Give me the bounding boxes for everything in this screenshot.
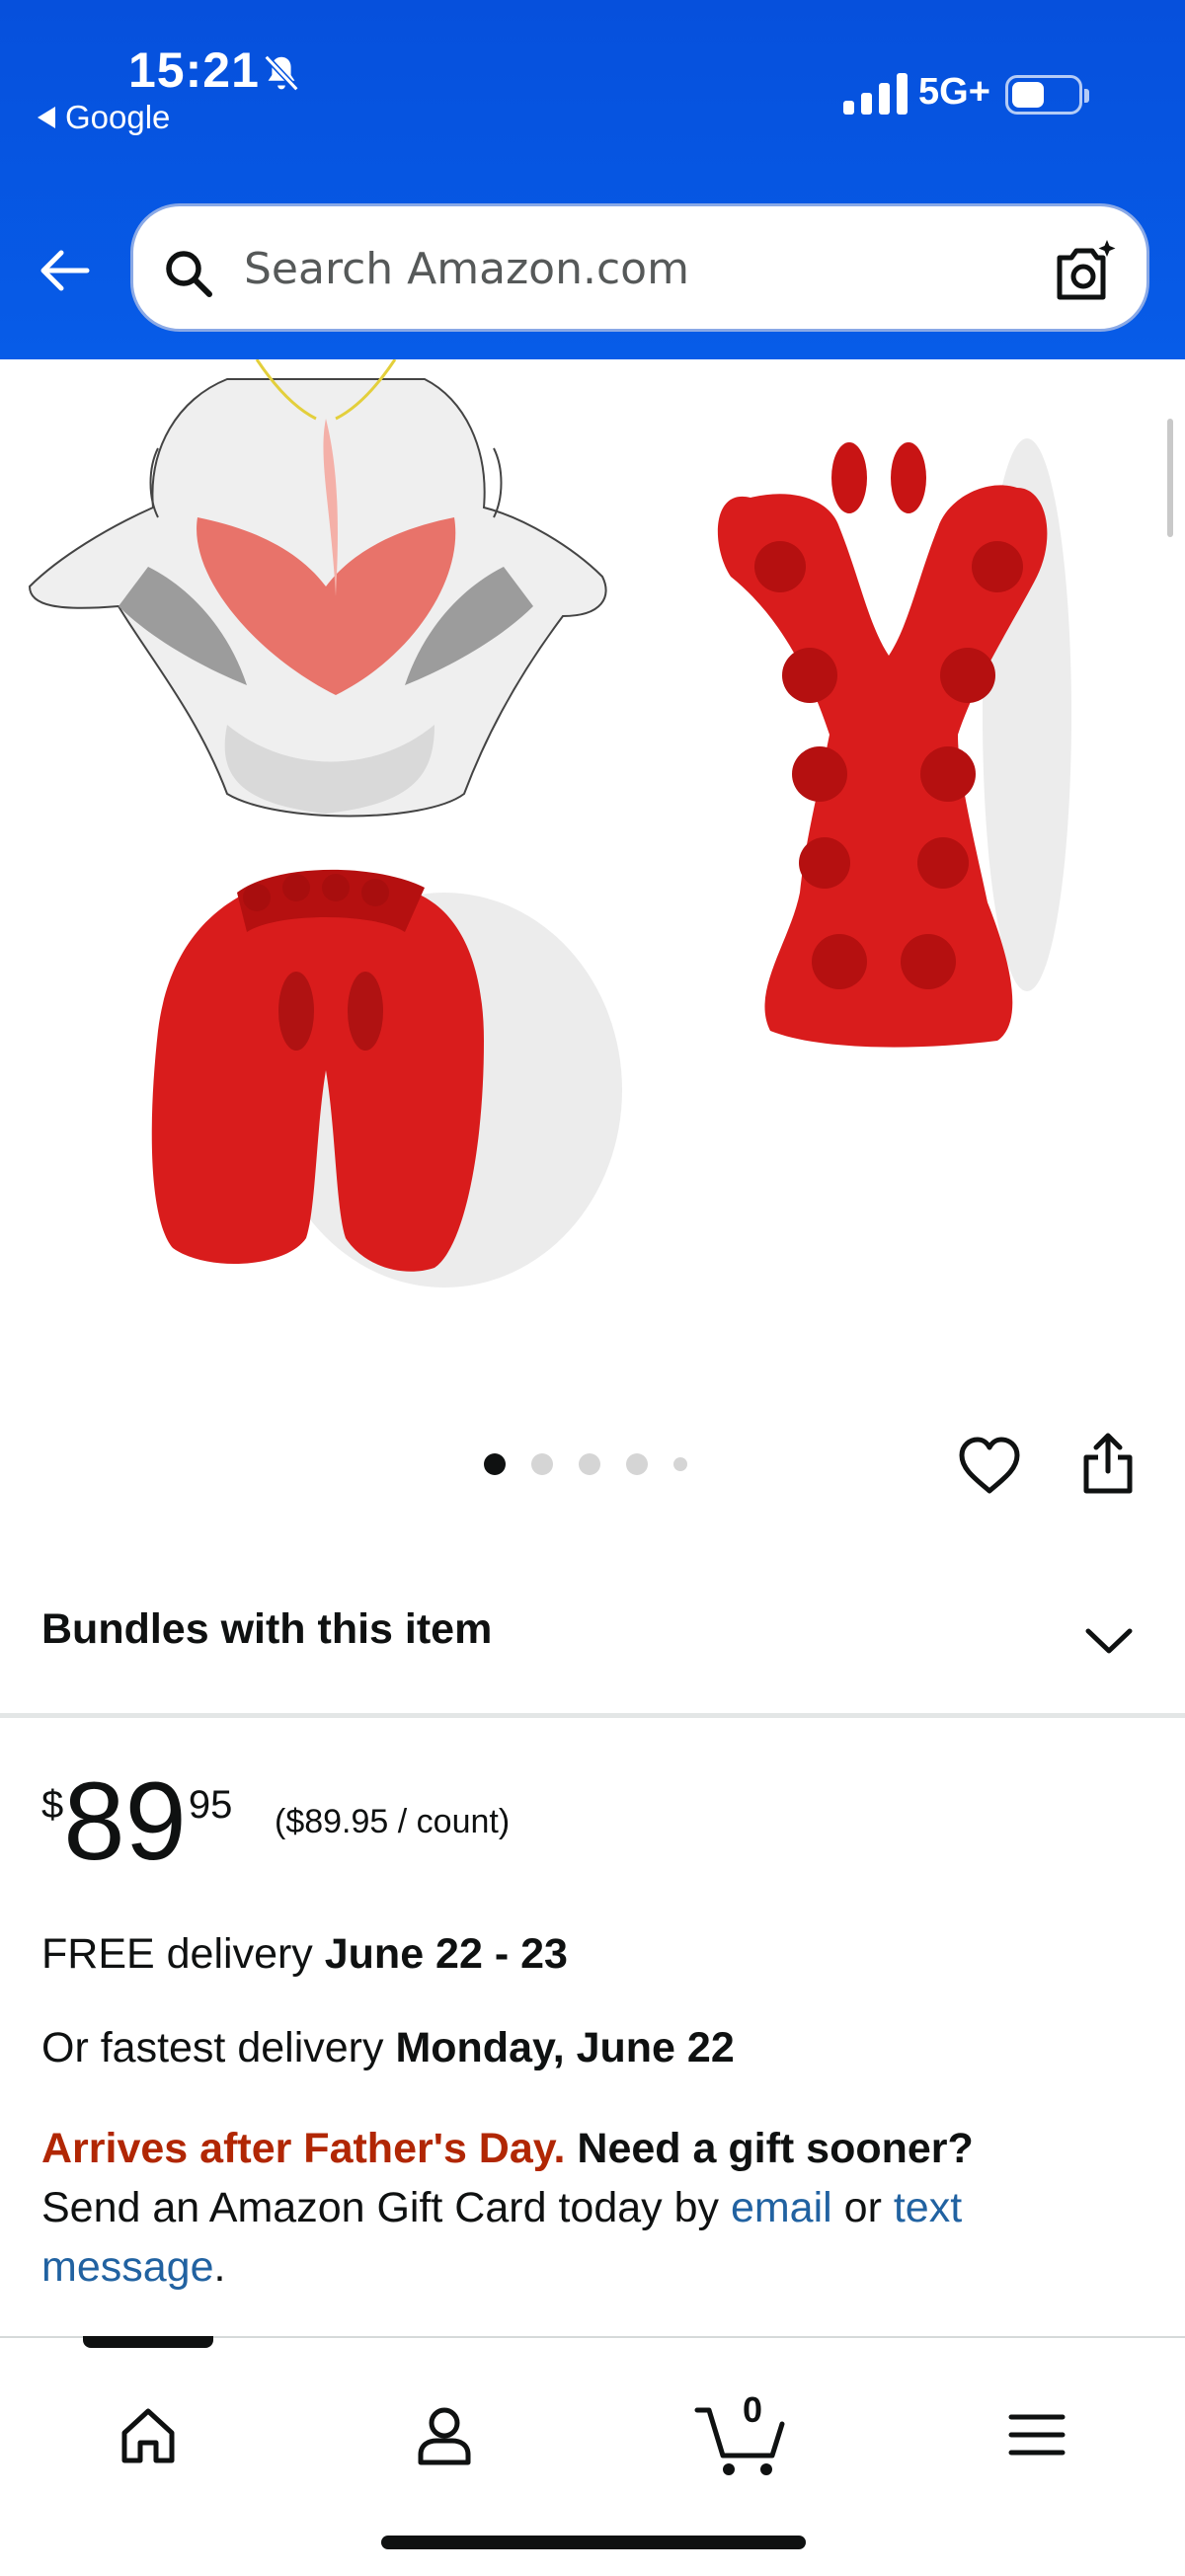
carousel-dot-2[interactable] bbox=[531, 1453, 553, 1475]
bundles-section[interactable]: Bundles with this item bbox=[0, 1570, 1185, 1718]
bell-muted-icon bbox=[264, 54, 299, 92]
cart-count: 0 bbox=[742, 2389, 763, 2430]
free-delivery-dates: June 22 - 23 bbox=[324, 1930, 568, 1978]
home-indicator[interactable] bbox=[381, 2536, 806, 2549]
search-input[interactable] bbox=[244, 234, 1054, 303]
cellular-signal-icon bbox=[843, 71, 908, 115]
price-fraction: 95 bbox=[188, 1783, 233, 1827]
status-time: 15:21 bbox=[128, 42, 260, 98]
email-link[interactable]: email bbox=[731, 2184, 832, 2231]
gift-notice: Arrives after Father's Day. Need a gift … bbox=[41, 2119, 1147, 2297]
fathers-day-warning: Arrives after Father's Day. bbox=[41, 2125, 566, 2172]
battery-icon bbox=[1005, 75, 1089, 115]
heart-icon[interactable] bbox=[956, 1434, 1023, 1501]
chevron-down-icon[interactable] bbox=[1082, 1623, 1136, 1659]
price-whole: 89 bbox=[63, 1759, 187, 1883]
bundles-title: Bundles with this item bbox=[41, 1605, 493, 1653]
network-type: 5G+ bbox=[918, 71, 990, 113]
back-arrow-icon[interactable] bbox=[36, 241, 95, 300]
top-header: 15:21 Google 5G+ bbox=[0, 0, 1185, 359]
search-bar[interactable] bbox=[130, 203, 1149, 332]
active-tab-indicator bbox=[83, 2336, 213, 2348]
back-triangle-icon bbox=[38, 107, 55, 128]
massager-top-view bbox=[717, 438, 1071, 1048]
nav-home-button[interactable] bbox=[89, 2385, 207, 2484]
gift-question: Need a gift sooner? bbox=[565, 2125, 974, 2172]
fastest-delivery-date: Monday, June 22 bbox=[395, 2024, 735, 2071]
price-per-count: ($89.95 / count) bbox=[275, 1803, 511, 1840]
price-currency: $ bbox=[41, 1783, 64, 1827]
carousel-dot-4[interactable] bbox=[626, 1453, 648, 1475]
back-app-label: Google bbox=[65, 99, 171, 135]
carousel-dot-3[interactable] bbox=[579, 1453, 600, 1475]
product-image bbox=[28, 359, 1071, 1288]
nav-account-button[interactable] bbox=[385, 2385, 504, 2484]
text-message-link-part2[interactable]: message bbox=[41, 2243, 213, 2291]
or-text: or bbox=[831, 2184, 894, 2231]
fastest-delivery-label: Or fastest delivery bbox=[41, 2024, 396, 2071]
carousel-dot-1[interactable] bbox=[484, 1453, 506, 1475]
camera-search-icon[interactable] bbox=[1050, 236, 1119, 305]
nav-menu-button[interactable] bbox=[978, 2385, 1096, 2484]
product-price: $ 89 95 bbox=[41, 1759, 233, 1883]
back-to-google-link[interactable]: Google bbox=[38, 99, 170, 136]
hamburger-menu-icon bbox=[1008, 2414, 1066, 2456]
massager-side-view bbox=[151, 869, 622, 1288]
shoulder-anatomy-illustration bbox=[28, 359, 607, 818]
fastest-delivery-line: Or fastest delivery Monday, June 22 bbox=[41, 2024, 735, 2072]
image-carousel-dots[interactable] bbox=[484, 1453, 687, 1475]
carousel-dot-5[interactable] bbox=[673, 1457, 687, 1471]
share-icon[interactable] bbox=[1078, 1430, 1138, 1497]
product-image-gallery[interactable] bbox=[0, 359, 1185, 1386]
gift-card-text: Send an Amazon Gift Card today by bbox=[41, 2184, 731, 2231]
gift-period: . bbox=[213, 2243, 226, 2291]
search-icon bbox=[166, 251, 212, 297]
scrollbar-thumb[interactable] bbox=[1167, 419, 1173, 537]
free-delivery-label: FREE delivery bbox=[41, 1930, 325, 1978]
free-delivery-line: FREE delivery June 22 - 23 bbox=[41, 1930, 568, 1979]
nav-cart-button[interactable]: 0 bbox=[681, 2385, 800, 2484]
user-icon bbox=[418, 2407, 471, 2465]
home-icon bbox=[121, 2408, 175, 2463]
text-message-link-part1[interactable]: text bbox=[894, 2184, 962, 2231]
